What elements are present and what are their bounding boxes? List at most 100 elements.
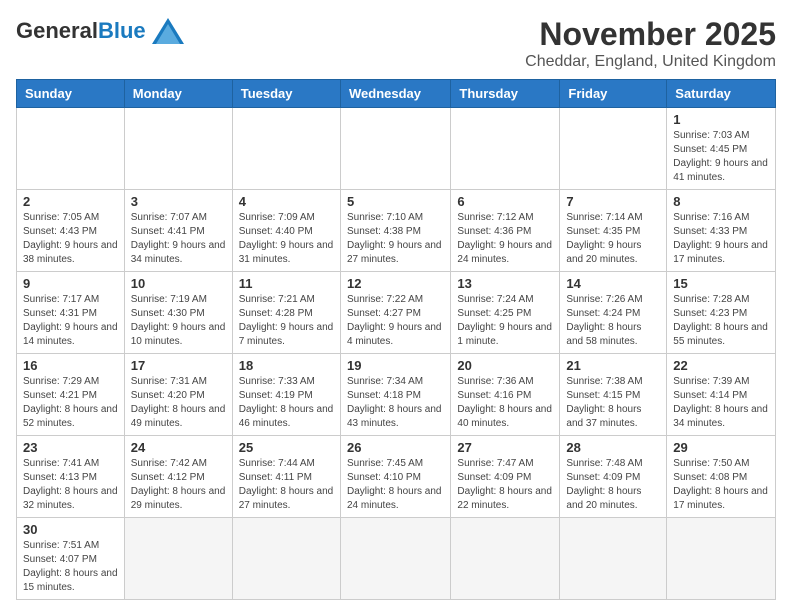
month-title: November 2025	[525, 16, 776, 53]
day-info: Sunrise: 7:16 AM Sunset: 4:33 PM Dayligh…	[673, 211, 769, 267]
day-info: Sunrise: 7:14 AM Sunset: 4:35 PM Dayligh…	[566, 211, 660, 267]
calendar-cell	[667, 518, 776, 600]
calendar-cell: 5 Sunrise: 7:10 AM Sunset: 4:38 PM Daylig…	[340, 190, 450, 272]
day-info: Sunrise: 7:41 AM Sunset: 4:13 PM Dayligh…	[23, 457, 118, 513]
day-info: Sunrise: 7:05 AM Sunset: 4:43 PM Dayligh…	[23, 211, 118, 267]
calendar-cell	[17, 108, 125, 190]
day-number: 12	[347, 276, 444, 291]
day-number: 14	[566, 276, 660, 291]
calendar-cell: 30 Sunrise: 7:51 AM Sunset: 4:07 PM Dayli…	[17, 518, 125, 600]
day-number: 23	[23, 440, 118, 455]
calendar-cell: 26 Sunrise: 7:45 AM Sunset: 4:10 PM Dayli…	[340, 436, 450, 518]
weekday-header-tuesday: Tuesday	[232, 80, 340, 108]
calendar-cell: 28 Sunrise: 7:48 AM Sunset: 4:09 PM Dayli…	[560, 436, 667, 518]
calendar-cell: 23 Sunrise: 7:41 AM Sunset: 4:13 PM Dayli…	[17, 436, 125, 518]
calendar-cell: 9Sunrise: 7:17 AM Sunset: 4:31 PM Daylig…	[17, 272, 125, 354]
calendar-cell: 6 Sunrise: 7:12 AM Sunset: 4:36 PM Daylig…	[451, 190, 560, 272]
day-number: 2	[23, 194, 118, 209]
calendar-cell: 12 Sunrise: 7:22 AM Sunset: 4:27 PM Dayli…	[340, 272, 450, 354]
calendar-cell: 29 Sunrise: 7:50 AM Sunset: 4:08 PM Dayli…	[667, 436, 776, 518]
header: GeneralBlue November 2025 Cheddar, Engla…	[16, 16, 776, 71]
calendar-cell: 16Sunrise: 7:29 AM Sunset: 4:21 PM Dayli…	[17, 354, 125, 436]
calendar-cell: 19 Sunrise: 7:34 AM Sunset: 4:18 PM Dayli…	[340, 354, 450, 436]
day-info: Sunrise: 7:26 AM Sunset: 4:24 PM Dayligh…	[566, 293, 660, 349]
calendar-cell: 3 Sunrise: 7:07 AM Sunset: 4:41 PM Daylig…	[124, 190, 232, 272]
calendar-cell: 2 Sunrise: 7:05 AM Sunset: 4:43 PM Daylig…	[17, 190, 125, 272]
day-info: Sunrise: 7:45 AM Sunset: 4:10 PM Dayligh…	[347, 457, 444, 513]
day-info: Sunrise: 7:24 AM Sunset: 4:25 PM Dayligh…	[457, 293, 553, 349]
calendar-cell: 24 Sunrise: 7:42 AM Sunset: 4:12 PM Dayli…	[124, 436, 232, 518]
day-number: 25	[239, 440, 334, 455]
calendar-cell	[232, 108, 340, 190]
calendar-week-row: 23 Sunrise: 7:41 AM Sunset: 4:13 PM Dayli…	[17, 436, 776, 518]
day-number: 5	[347, 194, 444, 209]
title-area: November 2025 Cheddar, England, United K…	[525, 16, 776, 71]
day-info: Sunrise: 7:09 AM Sunset: 4:40 PM Dayligh…	[239, 211, 334, 267]
logo: GeneralBlue	[16, 16, 186, 46]
day-number: 28	[566, 440, 660, 455]
weekday-header-friday: Friday	[560, 80, 667, 108]
day-number: 3	[131, 194, 226, 209]
day-info: Sunrise: 7:10 AM Sunset: 4:38 PM Dayligh…	[347, 211, 444, 267]
calendar-cell: 4Sunrise: 7:09 AM Sunset: 4:40 PM Daylig…	[232, 190, 340, 272]
calendar-cell	[451, 108, 560, 190]
weekday-header-sunday: Sunday	[17, 80, 125, 108]
day-number: 6	[457, 194, 553, 209]
day-number: 19	[347, 358, 444, 373]
day-number: 24	[131, 440, 226, 455]
calendar-cell: 13 Sunrise: 7:24 AM Sunset: 4:25 PM Dayli…	[451, 272, 560, 354]
calendar-cell: 25Sunrise: 7:44 AM Sunset: 4:11 PM Dayli…	[232, 436, 340, 518]
day-info: Sunrise: 7:39 AM Sunset: 4:14 PM Dayligh…	[673, 375, 769, 431]
calendar-cell: 10 Sunrise: 7:19 AM Sunset: 4:30 PM Dayli…	[124, 272, 232, 354]
day-info: Sunrise: 7:31 AM Sunset: 4:20 PM Dayligh…	[131, 375, 226, 431]
calendar-cell: 21 Sunrise: 7:38 AM Sunset: 4:15 PM Dayli…	[560, 354, 667, 436]
day-number: 26	[347, 440, 444, 455]
day-info: Sunrise: 7:51 AM Sunset: 4:07 PM Dayligh…	[23, 539, 118, 595]
weekday-header-monday: Monday	[124, 80, 232, 108]
day-number: 17	[131, 358, 226, 373]
day-info: Sunrise: 7:34 AM Sunset: 4:18 PM Dayligh…	[347, 375, 444, 431]
day-number: 1	[673, 112, 769, 127]
day-info: Sunrise: 7:42 AM Sunset: 4:12 PM Dayligh…	[131, 457, 226, 513]
calendar-cell: 8 Sunrise: 7:16 AM Sunset: 4:33 PM Daylig…	[667, 190, 776, 272]
calendar-week-row: 30 Sunrise: 7:51 AM Sunset: 4:07 PM Dayli…	[17, 518, 776, 600]
day-number: 27	[457, 440, 553, 455]
calendar-cell	[232, 518, 340, 600]
weekday-header-row: SundayMondayTuesdayWednesdayThursdayFrid…	[17, 80, 776, 108]
calendar-cell: 27Sunrise: 7:47 AM Sunset: 4:09 PM Dayli…	[451, 436, 560, 518]
calendar-week-row: 16Sunrise: 7:29 AM Sunset: 4:21 PM Dayli…	[17, 354, 776, 436]
calendar-week-row: 2 Sunrise: 7:05 AM Sunset: 4:43 PM Daylig…	[17, 190, 776, 272]
day-info: Sunrise: 7:36 AM Sunset: 4:16 PM Dayligh…	[457, 375, 553, 431]
day-number: 21	[566, 358, 660, 373]
calendar-cell: 17 Sunrise: 7:31 AM Sunset: 4:20 PM Dayli…	[124, 354, 232, 436]
day-info: Sunrise: 7:48 AM Sunset: 4:09 PM Dayligh…	[566, 457, 660, 513]
calendar-cell: 15Sunrise: 7:28 AM Sunset: 4:23 PM Dayli…	[667, 272, 776, 354]
day-info: Sunrise: 7:19 AM Sunset: 4:30 PM Dayligh…	[131, 293, 226, 349]
calendar-cell	[560, 518, 667, 600]
calendar-cell	[124, 108, 232, 190]
day-info: Sunrise: 7:21 AM Sunset: 4:28 PM Dayligh…	[239, 293, 334, 349]
day-info: Sunrise: 7:07 AM Sunset: 4:41 PM Dayligh…	[131, 211, 226, 267]
logo-area: GeneralBlue	[16, 16, 186, 46]
weekday-header-saturday: Saturday	[667, 80, 776, 108]
calendar-cell: 7Sunrise: 7:14 AM Sunset: 4:35 PM Daylig…	[560, 190, 667, 272]
calendar-cell: 11Sunrise: 7:21 AM Sunset: 4:28 PM Dayli…	[232, 272, 340, 354]
calendar-cell	[124, 518, 232, 600]
day-number: 8	[673, 194, 769, 209]
weekday-header-thursday: Thursday	[451, 80, 560, 108]
day-info: Sunrise: 7:50 AM Sunset: 4:08 PM Dayligh…	[673, 457, 769, 513]
day-number: 13	[457, 276, 553, 291]
day-info: Sunrise: 7:38 AM Sunset: 4:15 PM Dayligh…	[566, 375, 660, 431]
weekday-header-wednesday: Wednesday	[340, 80, 450, 108]
calendar-cell	[340, 108, 450, 190]
calendar-cell	[560, 108, 667, 190]
logo-general: General	[16, 18, 98, 44]
day-info: Sunrise: 7:29 AM Sunset: 4:21 PM Dayligh…	[23, 375, 118, 431]
logo-icon	[150, 16, 186, 46]
day-number: 10	[131, 276, 226, 291]
day-number: 29	[673, 440, 769, 455]
calendar-table: SundayMondayTuesdayWednesdayThursdayFrid…	[16, 79, 776, 600]
day-info: Sunrise: 7:12 AM Sunset: 4:36 PM Dayligh…	[457, 211, 553, 267]
day-number: 30	[23, 522, 118, 537]
day-info: Sunrise: 7:22 AM Sunset: 4:27 PM Dayligh…	[347, 293, 444, 349]
